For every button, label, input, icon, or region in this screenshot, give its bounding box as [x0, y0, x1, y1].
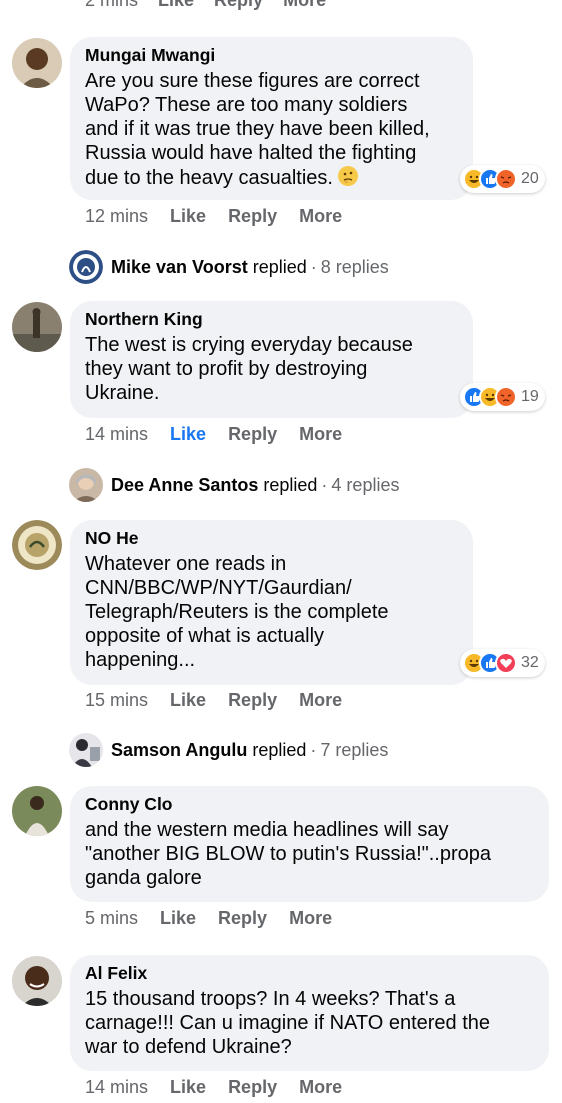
reaction-count: 19 [521, 388, 539, 405]
comment-text: Whatever one reads in CNN/BBC/WP/NYT/Gau… [85, 553, 389, 671]
comment-author[interactable]: Northern King [85, 309, 457, 329]
reaction-count: 32 [521, 654, 539, 671]
comment-bubble: Al Felix 15 thousand troops? In 4 weeks?… [70, 955, 549, 1071]
user-avatar-icon [12, 302, 62, 352]
separator-dot: · [310, 256, 317, 277]
view-replies-link[interactable]: Mike van Voorst replied · 8 replies [69, 250, 389, 284]
reply-button[interactable]: Reply [214, 0, 263, 10]
comment-time: 2 mins [85, 0, 139, 10]
like-button[interactable]: Like [170, 424, 206, 445]
reply-button[interactable]: Reply [228, 424, 277, 445]
reply-button[interactable]: Reply [228, 1077, 277, 1098]
more-button[interactable]: More [299, 690, 342, 711]
view-replies-link[interactable]: Samson Angulu replied · 7 replies [69, 733, 388, 767]
like-button[interactable]: Like [160, 908, 196, 929]
avatar[interactable] [12, 520, 62, 570]
avatar [69, 733, 103, 767]
angry-reaction-icon [495, 386, 517, 408]
separator-dot: · [310, 739, 317, 760]
comment-actions: 15 mins Like Reply More [85, 690, 342, 711]
reaction-count: 20 [521, 170, 539, 187]
comment-actions: 5 mins Like Reply More [85, 908, 332, 929]
comment-bubble: NO He Whatever one reads in CNN/BBC/WP/N… [70, 520, 473, 685]
user-avatar-icon [12, 38, 62, 88]
reaction-summary[interactable]: 19 [460, 383, 545, 411]
love-reaction-icon [495, 652, 517, 674]
reply-author: Mike van Voorst [111, 256, 248, 277]
avatar[interactable] [12, 786, 62, 836]
comment-actions: 12 mins Like Reply More [85, 206, 342, 227]
like-button[interactable]: Like [158, 0, 194, 10]
comment-time[interactable]: 14 mins [85, 1077, 148, 1098]
user-avatar-icon [69, 250, 103, 284]
reaction-summary[interactable]: 32 [460, 649, 545, 677]
more-button[interactable]: More [299, 424, 342, 445]
reply-verb: replied [252, 739, 307, 760]
like-button[interactable]: Like [170, 690, 206, 711]
user-avatar-icon [69, 733, 103, 767]
reply-verb: replied [263, 474, 318, 495]
reply-count: 7 replies [320, 739, 389, 760]
comment-bubble: Northern King The west is crying everyda… [70, 301, 473, 418]
reaction-summary[interactable]: 20 [460, 165, 545, 193]
view-replies-link[interactable]: Dee Anne Santos replied · 4 replies [69, 468, 399, 502]
comment-actions: 14 mins Like Reply More [85, 1077, 342, 1098]
comment-author[interactable]: Conny Clo [85, 794, 533, 814]
comment-time[interactable]: 12 mins [85, 206, 148, 227]
comment-time[interactable]: 14 mins [85, 424, 148, 445]
reply-verb: replied [252, 256, 307, 277]
comment-author[interactable]: NO He [85, 528, 457, 548]
user-avatar-icon [12, 786, 62, 836]
user-avatar-icon [69, 468, 103, 502]
comment-bubble: Conny Clo and the western media headline… [70, 786, 549, 902]
like-button[interactable]: Like [170, 206, 206, 227]
more-button[interactable]: More [289, 908, 332, 929]
thinking-face-icon [337, 166, 358, 186]
reply-author: Dee Anne Santos [111, 474, 259, 495]
avatar [69, 468, 103, 502]
separator-dot: · [321, 474, 328, 495]
reply-author: Samson Angulu [111, 739, 248, 760]
previous-comment-actions: 2 mins Like Reply More [85, 0, 326, 10]
user-avatar-icon [12, 956, 62, 1006]
comment-actions: 14 mins Like Reply More [85, 424, 342, 445]
user-avatar-icon [12, 520, 62, 570]
comment-bubble: Mungai Mwangi Are you sure these figures… [70, 37, 473, 200]
comment-time[interactable]: 15 mins [85, 690, 148, 711]
reply-button[interactable]: Reply [228, 690, 277, 711]
reply-button[interactable]: Reply [218, 908, 267, 929]
comment-text: Are you sure these figures are correct W… [85, 70, 430, 189]
comment-text: and the western media headlines will say… [85, 819, 491, 889]
comment-text: 15 thousand troops? In 4 weeks? That's a… [85, 988, 491, 1058]
avatar[interactable] [12, 38, 62, 88]
more-button[interactable]: More [299, 1077, 342, 1098]
reply-count: 4 replies [331, 474, 400, 495]
comment-author[interactable]: Mungai Mwangi [85, 45, 457, 65]
comment-text: The west is crying everyday because they… [85, 334, 413, 404]
avatar[interactable] [12, 956, 62, 1006]
reply-count: 8 replies [320, 256, 389, 277]
comment-author[interactable]: Al Felix [85, 963, 533, 983]
more-button[interactable]: More [283, 0, 326, 10]
avatar[interactable] [12, 302, 62, 352]
avatar [69, 250, 103, 284]
angry-reaction-icon [495, 168, 517, 190]
reply-button[interactable]: Reply [228, 206, 277, 227]
more-button[interactable]: More [299, 206, 342, 227]
like-button[interactable]: Like [170, 1077, 206, 1098]
comment-time[interactable]: 5 mins [85, 908, 138, 929]
